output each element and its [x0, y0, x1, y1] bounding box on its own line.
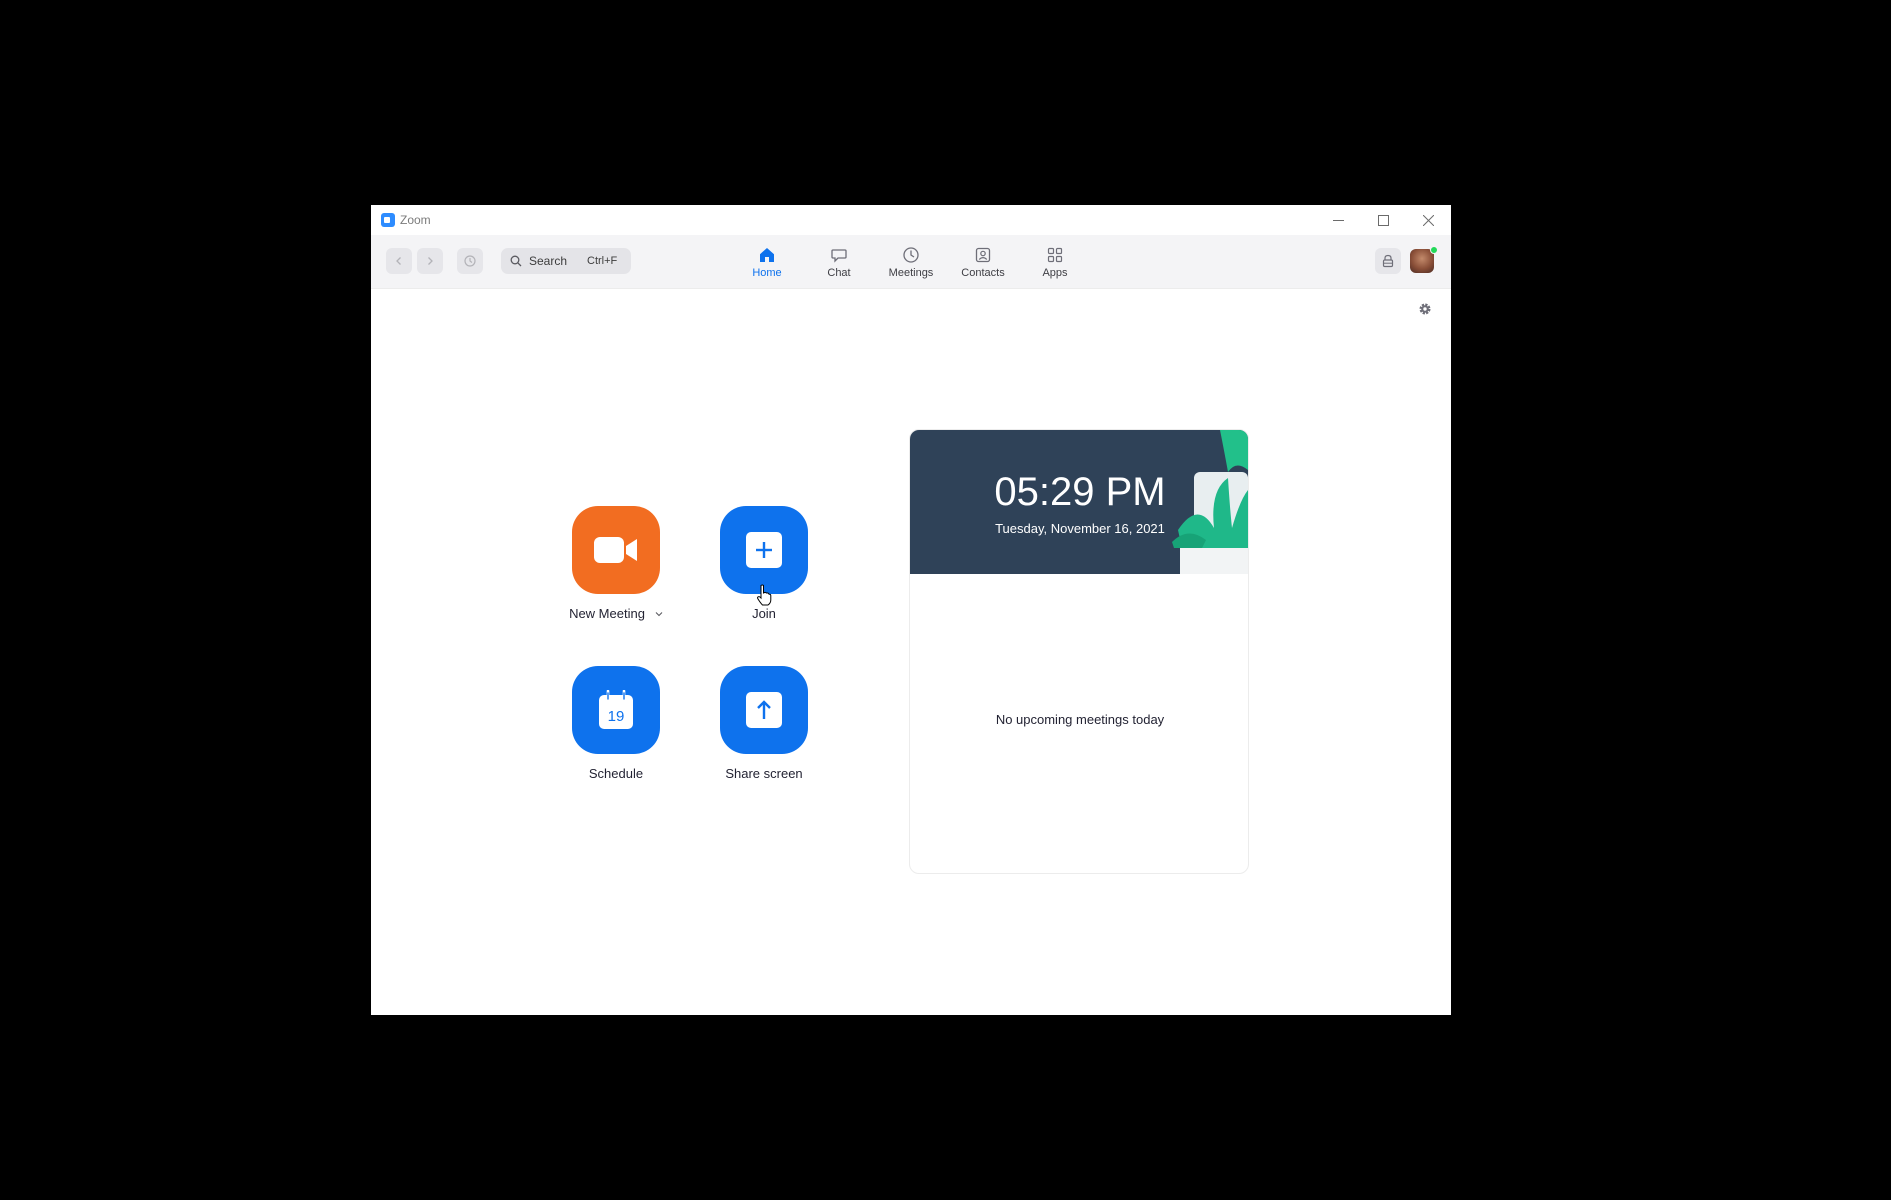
forward-button[interactable]	[417, 248, 443, 274]
join-label: Join	[752, 606, 776, 621]
chat-icon	[829, 245, 849, 265]
home-icon	[757, 245, 777, 265]
history-button[interactable]	[457, 248, 483, 274]
zoom-window: Zoom Search Ctrl+F Home Chat Meetings Co…	[371, 205, 1451, 1015]
share-screen-tile: Share screen	[699, 666, 829, 781]
main-nav-tabs: Home Chat Meetings Contacts Apps	[731, 235, 1091, 289]
minimize-icon	[1333, 219, 1344, 221]
no-meetings-message: No upcoming meetings today	[995, 712, 1165, 727]
tab-apps[interactable]: Apps	[1019, 235, 1091, 289]
share-screen-button[interactable]	[720, 666, 808, 754]
upgrade-button[interactable]	[1375, 248, 1401, 274]
schedule-label: Schedule	[588, 766, 644, 781]
calendar-icon: 19	[599, 690, 633, 729]
back-button[interactable]	[386, 248, 412, 274]
search-icon	[509, 254, 523, 268]
plus-icon	[746, 532, 782, 568]
tab-label: Home	[752, 267, 782, 279]
schedule-tile: 19 Schedule	[551, 666, 681, 781]
chevron-down-icon[interactable]	[655, 611, 663, 617]
title-bar: Zoom	[371, 205, 1451, 235]
clock-time: 05:29 PM	[994, 470, 1166, 514]
window-title: Zoom	[400, 213, 431, 227]
presence-indicator	[1430, 246, 1438, 254]
minimize-button[interactable]	[1316, 205, 1361, 235]
toolbar: Search Ctrl+F Home Chat Meetings Contact…	[371, 235, 1451, 289]
settings-button[interactable]	[1415, 299, 1435, 319]
contacts-icon	[973, 245, 993, 265]
close-icon	[1423, 214, 1434, 226]
tab-label: Meetings	[888, 267, 934, 279]
search-label: Search	[529, 254, 568, 268]
zoom-logo-icon	[381, 213, 395, 227]
tab-home[interactable]: Home	[731, 235, 803, 289]
new-meeting-tile: New Meeting	[551, 506, 681, 621]
chevron-left-icon	[396, 257, 401, 265]
tab-contacts[interactable]: Contacts	[947, 235, 1019, 289]
schedule-button[interactable]: 19	[572, 666, 660, 754]
apps-icon	[1045, 245, 1065, 265]
gear-icon	[1419, 303, 1431, 315]
new-meeting-text: New Meeting	[569, 606, 645, 621]
calendar-day: 19	[608, 708, 625, 725]
clock-icon	[901, 245, 921, 265]
avatar[interactable]	[1410, 246, 1438, 273]
clock-date: Tuesday, November 16, 2021	[995, 521, 1165, 536]
new-meeting-label: New Meeting	[569, 606, 663, 621]
video-camera-icon	[594, 537, 637, 563]
clock-banner: 05:29 PM Tuesday, November 16, 2021	[910, 430, 1248, 574]
search-shortcut: Ctrl+F	[587, 255, 618, 267]
tab-meetings[interactable]: Meetings	[875, 235, 947, 289]
upcoming-meetings-card: 05:29 PM Tuesday, November 16, 2021 No u…	[909, 429, 1249, 874]
share-screen-label: Share screen	[725, 766, 803, 781]
close-button[interactable]	[1406, 205, 1451, 235]
new-meeting-button[interactable]	[572, 506, 660, 594]
maximize-button[interactable]	[1361, 205, 1406, 235]
arrow-up-icon	[746, 692, 782, 728]
join-button[interactable]	[720, 506, 808, 594]
tab-chat[interactable]: Chat	[803, 235, 875, 289]
tab-label: Apps	[1042, 267, 1068, 279]
tab-label: Chat	[827, 267, 851, 279]
hand-cursor-icon	[757, 584, 772, 606]
lock-icon	[1382, 254, 1394, 268]
chevron-right-icon	[428, 257, 433, 265]
search-box[interactable]: Search Ctrl+F	[501, 248, 631, 274]
maximize-icon	[1378, 214, 1389, 226]
history-icon	[464, 255, 476, 267]
tab-label: Contacts	[961, 267, 1005, 279]
